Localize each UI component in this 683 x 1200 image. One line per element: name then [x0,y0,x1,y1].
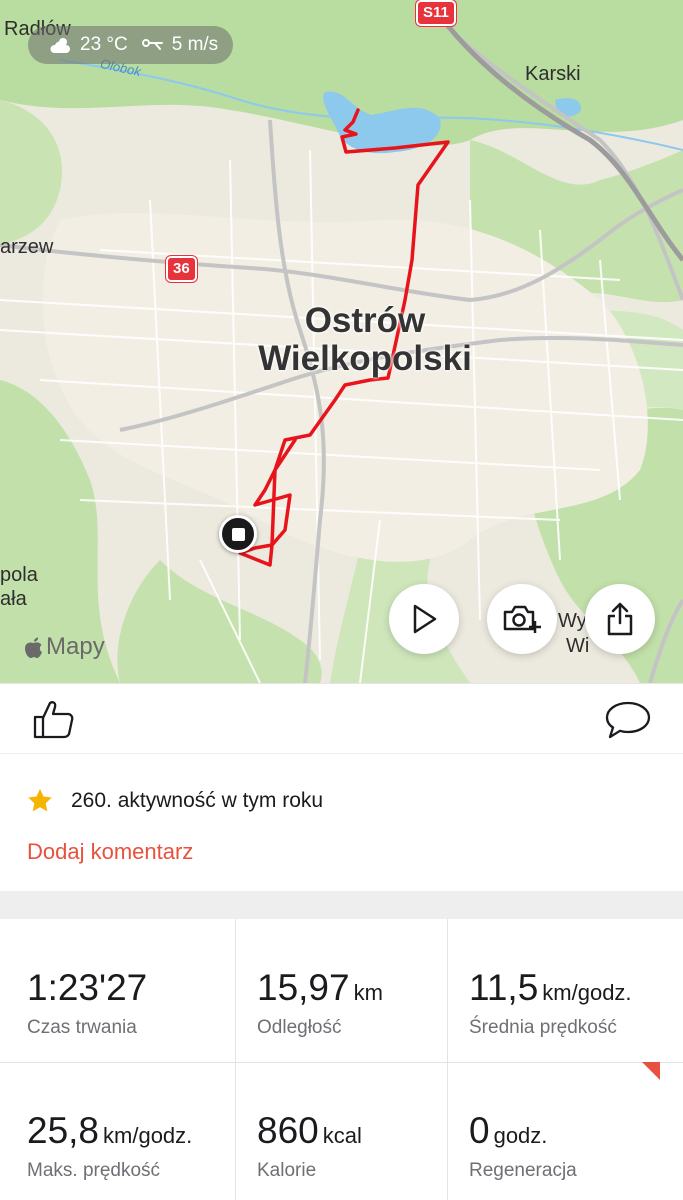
stat-calories: 860 kcal Kalorie [230,1062,443,1200]
stat-max-speed: 25,8 km/godz. Maks. prędkość [0,1062,213,1200]
stat-number: 15,97 [257,967,350,1008]
section-divider [0,891,683,919]
stat-distance: 15,97 km Odległość [230,919,443,1062]
stat-number: 25,8 [27,1110,100,1151]
stat-label: Maks. prędkość [27,1160,161,1181]
stat-number: 860 [257,1110,319,1151]
stat-value: 25,8 km/godz. [27,1110,192,1152]
stat-value: 11,5 km/godz. [469,967,632,1009]
map-label-city-line1: Ostrów [304,301,426,340]
speech-bubble-icon [605,701,651,739]
stat-unit: godz. [493,1123,548,1148]
social-action-row [0,683,683,753]
stat-number: 0 [469,1110,490,1151]
achievement-row: 260. aktywność w tym roku [27,788,323,813]
stat-label: Czas trwania [27,1017,137,1038]
wind-speed-text: 5 m/s [171,34,219,55]
map-label-city-line2: Wielkopolski [258,339,472,378]
stat-label: Kalorie [257,1160,317,1181]
wind-icon [141,39,163,50]
map-label-opola-1: pola [0,564,38,586]
stat-value: 15,97 km [257,967,383,1009]
map-label-wysocko-2: Wi [566,635,590,657]
play-route-button[interactable] [389,584,459,654]
share-button[interactable] [585,584,655,654]
comment-button[interactable] [604,700,652,745]
map-label-parzew: arzew [0,236,54,258]
activity-detail-screen: Radłów Karski arzew pola ała Wy Wi Olobo… [0,0,683,1200]
stat-value: 0 godz. [469,1110,547,1152]
achievement-text: 260. aktywność w tym roku [71,788,324,812]
like-button[interactable] [32,698,76,745]
add-photo-button[interactable] [487,584,557,654]
stat-unit: km/godz. [542,980,632,1005]
stat-label: Odległość [257,1017,342,1038]
add-comment-link[interactable]: Dodaj komentarz [27,839,193,865]
road-badge-s11: S11 [416,0,456,26]
camera-plus-icon [503,605,541,633]
activity-info: 260. aktywność w tym roku Dodaj komentar… [0,753,683,891]
stat-value: 860 kcal [257,1110,362,1152]
temperature-text: 23 °C [80,34,128,55]
road-badge-36: 36 [166,256,197,282]
cloud-sun-icon [50,38,70,53]
stat-unit: km/godz. [103,1123,193,1148]
route-end-marker [219,515,257,553]
stat-unit: kcal [322,1123,362,1148]
stop-icon [231,527,245,541]
weather-pill: 23 °C 5 m/s [28,26,233,64]
stat-avg-speed: 11,5 km/godz. Średnia prędkość [442,919,655,1062]
map-attribution: Mapy [24,633,105,661]
stat-duration: 1:23'27 Czas trwania [0,919,213,1062]
stat-value: 1:23'27 [27,967,151,1009]
stat-number: 1:23'27 [27,967,148,1008]
map-attribution-text: Mapy [46,633,105,660]
play-icon [413,604,437,634]
stat-unit: km [353,980,383,1005]
map-label-karski: Karski [525,63,581,85]
map-label-wysocko-1: Wy [558,610,587,632]
apple-logo-icon [25,637,42,658]
stat-recovery: 0 godz. Regeneracja [442,1062,655,1200]
map-label-opola-2: ała [0,588,27,610]
star-icon [28,789,52,812]
thumbs-up-icon [33,701,74,739]
route-map[interactable]: Radłów Karski arzew pola ała Wy Wi Olobo… [0,0,683,683]
stat-number: 11,5 [469,967,539,1008]
stat-label: Średnia prędkość [469,1017,617,1038]
stats-grid: 1:23'27 Czas trwania 15,97 km Odległość 1… [0,919,683,1200]
stat-label: Regeneracja [469,1160,577,1181]
share-icon [607,602,633,636]
